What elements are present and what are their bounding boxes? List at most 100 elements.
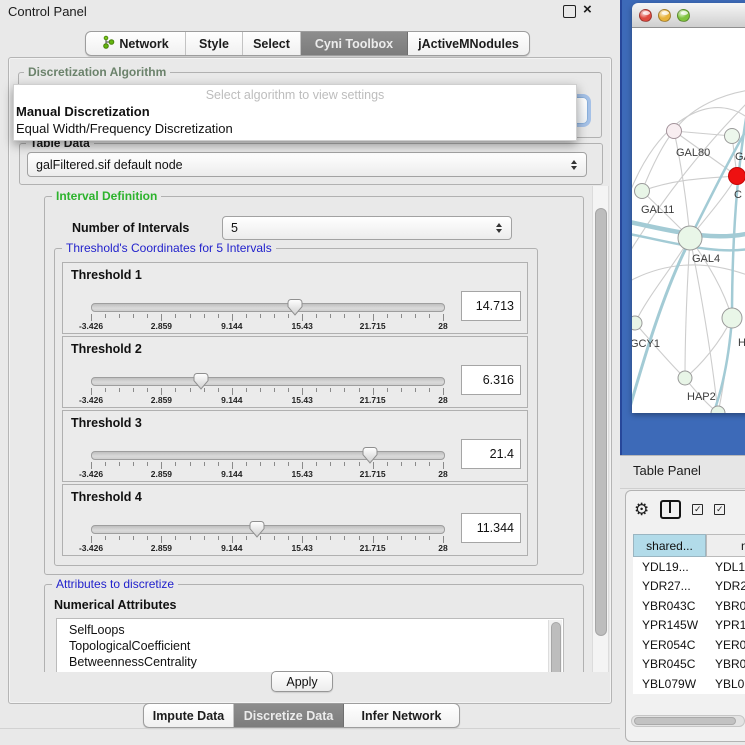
panel-bottom-divider — [0, 728, 620, 729]
threshold-slider[interactable] — [91, 525, 445, 534]
checkbox-icon[interactable]: ✓ — [714, 504, 725, 515]
popup-item-equal-width-frequency-discretization[interactable]: Equal Width/Frequency Discretization — [16, 121, 233, 136]
slider-tick-labels: -3.4262.8599.14415.4321.71528 — [91, 469, 443, 479]
network-window-titlebar[interactable] — [632, 3, 745, 28]
table-row[interactable]: YPR145WYPR14 — [633, 616, 745, 636]
network-node[interactable] — [667, 124, 682, 139]
table-cell: YBR043C — [633, 596, 706, 616]
tab-select[interactable]: Select — [243, 32, 301, 55]
tab-label: Style — [199, 37, 229, 51]
table-panel-body: ⚙ ✓ ✓ shared...name YDL19...YDL19YDR27..… — [625, 490, 745, 742]
table-cell: YBL079W — [633, 674, 706, 694]
threshold-3-panel: Threshold 3-3.4262.8599.14415.4321.71528… — [62, 410, 528, 482]
tab-label: Select — [253, 37, 290, 51]
table-scrollbar-thumb[interactable] — [634, 717, 736, 725]
network-node[interactable] — [722, 308, 742, 328]
table-row[interactable]: YBR045CYBR04 — [633, 655, 745, 675]
settings-scroll-view: Interval Definition Number of Intervals … — [14, 186, 592, 672]
gear-icon[interactable]: ⚙ — [634, 501, 649, 518]
list-scrollbar-thumb[interactable] — [551, 622, 561, 672]
tab-infer-network[interactable]: Infer Network — [344, 704, 459, 727]
table-row[interactable]: YBL079WYBL07 — [633, 674, 745, 694]
threshold-value-field[interactable]: 6.316 — [461, 365, 521, 395]
table-row[interactable]: YDL19...YDL19 — [633, 557, 745, 577]
tab-style[interactable]: Style — [186, 32, 243, 55]
network-window: GAL80GACGAL11GAL4GCY1HHAP2 — [632, 3, 745, 413]
numerical-attributes-list[interactable]: SelfLoops TopologicalCoefficient Betweenne… — [56, 618, 564, 672]
network-node[interactable] — [678, 226, 702, 250]
table-row[interactable]: YER054CYER05 — [633, 635, 745, 655]
threshold-label: Threshold 4 — [71, 490, 142, 504]
tab-jactivemnodules[interactable]: jActiveMNodules — [408, 32, 529, 55]
table-row[interactable]: YLR345WYLR34 — [633, 694, 745, 695]
network-node[interactable] — [678, 371, 692, 385]
table-cell: YBR045C — [633, 655, 706, 675]
network-node[interactable] — [711, 406, 725, 413]
table-horizontal-scrollbar[interactable] — [631, 715, 745, 727]
column-header-shared-[interactable]: shared... — [633, 534, 706, 557]
popup-item-manual-discretization[interactable]: Manual Discretization — [16, 104, 150, 119]
network-node[interactable] — [632, 316, 642, 330]
threshold-slider[interactable] — [91, 377, 445, 386]
table-data-select[interactable]: galFiltered.sif default node — [27, 152, 587, 177]
app-root: Control Panel × Network Style Select Cyni T… — [0, 0, 745, 745]
table-cell: YBL07 — [706, 674, 745, 694]
tab-label: jActiveMNodules — [418, 37, 519, 51]
split-table-icon[interactable] — [660, 500, 681, 519]
algorithm-popup-hint: Select algorithm to view settings — [14, 88, 576, 102]
threshold-2-panel: Threshold 2-3.4262.8599.14415.4321.71528… — [62, 336, 528, 408]
table-cell: YDR27 — [706, 577, 745, 597]
table-cell: YLR345W — [633, 694, 706, 695]
control-panel-tabs: Network Style Select Cyni Toolbox jActiveMNo… — [85, 31, 530, 56]
slider-tick-labels: -3.4262.8599.14415.4321.71528 — [91, 543, 443, 553]
tab-label: Infer Network — [362, 709, 442, 723]
cyni-bottom-tabs: Impute DataDiscretize Data Infer Network — [143, 703, 460, 728]
float-window-icon[interactable] — [563, 5, 576, 18]
node-label-ga: GA — [735, 151, 745, 163]
network-node[interactable] — [635, 184, 650, 199]
close-icon[interactable]: × — [583, 1, 592, 18]
threshold-value-field[interactable]: 14.713 — [461, 291, 521, 321]
tab-cyni-toolbox[interactable]: Cyni Toolbox — [301, 32, 408, 55]
table-row[interactable]: YDR27...YDR27 — [633, 577, 745, 597]
apply-button[interactable]: Apply — [271, 671, 333, 692]
attribute-item-topologicalcoefficient[interactable]: TopologicalCoefficient — [69, 639, 190, 653]
table-panel-toolbar: ⚙ ✓ ✓ — [634, 497, 725, 521]
settings-scrollbar-thumb[interactable] — [595, 208, 607, 636]
settings-vertical-scrollbar[interactable] — [592, 186, 609, 672]
threshold-value-field[interactable]: 11.344 — [461, 513, 521, 543]
list-scrollbar[interactable] — [548, 620, 562, 672]
tab-discretize-data[interactable]: Discretize Data — [234, 704, 344, 727]
table-cell: YER054C — [633, 635, 706, 655]
table-row[interactable]: YBR043CYBR04 — [633, 596, 745, 616]
attribute-item-betweennesscentrality[interactable]: BetweennessCentrality — [69, 655, 197, 669]
thresholds-group-label: Threshold's Coordinates for 5 Intervals — [62, 241, 276, 255]
minimize-traffic-light-icon[interactable] — [658, 9, 671, 22]
tab-impute-data[interactable]: Impute Data — [144, 704, 234, 727]
threshold-value-field[interactable]: 21.4 — [461, 439, 521, 469]
checkbox-icon[interactable]: ✓ — [692, 504, 703, 515]
table-panel-title: Table Panel — [633, 463, 701, 478]
threshold-label: Threshold 1 — [71, 268, 142, 282]
tab-network[interactable]: Network — [86, 32, 186, 55]
node-label-gcy1: GCY1 — [632, 338, 660, 350]
network-node[interactable] — [725, 129, 740, 144]
number-of-intervals-select[interactable]: 5 — [222, 216, 512, 240]
numerical-attributes-label: Numerical Attributes — [54, 598, 176, 612]
network-canvas[interactable]: GAL80GACGAL11GAL4GCY1HHAP2 — [632, 28, 745, 413]
control-panel-titlebar: Control Panel × — [0, 0, 620, 24]
threshold-slider[interactable] — [91, 303, 445, 312]
attribute-item-selfloops[interactable]: SelfLoops — [69, 623, 125, 637]
zoom-traffic-light-icon[interactable] — [677, 9, 690, 22]
number-of-intervals-label: Number of Intervals — [72, 221, 189, 235]
panel-title: Control Panel — [8, 4, 87, 19]
threshold-label: Threshold 2 — [71, 342, 142, 356]
column-header-name[interactable]: name — [706, 534, 745, 557]
threshold-slider[interactable] — [91, 451, 445, 460]
close-traffic-light-icon[interactable] — [639, 9, 652, 22]
slider-tick-labels: -3.4262.8599.14415.4321.71528 — [91, 321, 443, 331]
table-cell: YBR04 — [706, 655, 745, 675]
number-of-intervals-value: 5 — [231, 221, 238, 235]
discretization-algorithm-label: Discretization Algorithm — [24, 65, 170, 79]
network-node[interactable] — [729, 168, 745, 185]
